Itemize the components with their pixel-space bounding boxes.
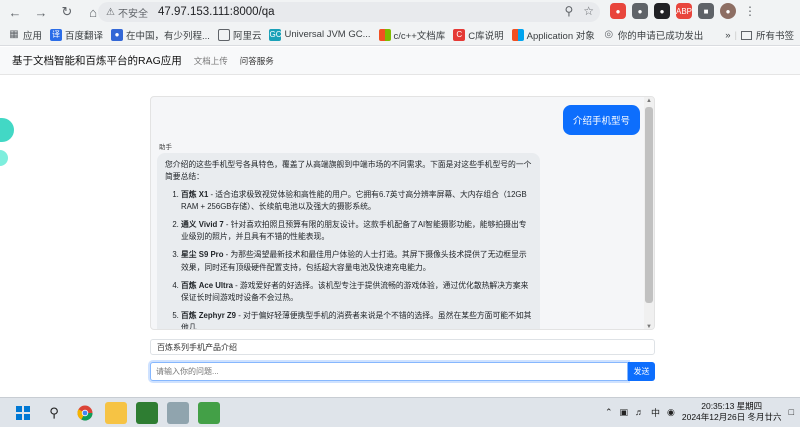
network-icon[interactable]: ▣: [619, 407, 628, 418]
warning-icon: ⚠: [106, 6, 115, 18]
list-item: 百炼 Zephyr Z9 - 对于偏好轻薄便携型手机的消费者来说是个不错的选择。…: [181, 310, 532, 329]
search-icon[interactable]: ⚲: [43, 402, 65, 424]
apps-grid-icon: ▦: [9, 29, 19, 40]
list-item: 通义 Vivid 7 - 针对喜欢拍照且预算有限的朋友设计。这款手机配备了AI智…: [181, 219, 532, 243]
bookmark-c-lib[interactable]: C C库说明: [453, 28, 504, 42]
file-explorer-icon[interactable]: [105, 401, 127, 424]
image-app-icon[interactable]: [198, 401, 220, 424]
app-header: 基于文档智能和百炼平台的RAG应用 文档上传 问答服务: [0, 47, 800, 75]
bookmark-baidu-translate[interactable]: 译 百度翻译: [50, 28, 103, 42]
search-icon[interactable]: ⚲: [564, 4, 573, 18]
chat-window[interactable]: 介绍手机型号 助手 您介绍的这些手机型号各具特色，覆盖了从高端旗舰到中端市场的不…: [150, 96, 655, 330]
page-icon: ●: [111, 28, 124, 41]
ime-options-icon[interactable]: ◉: [667, 407, 675, 418]
folder-icon: [217, 28, 230, 41]
chevron-up-icon[interactable]: ⌃: [605, 407, 613, 418]
assistant-message: 您介绍的这些手机型号各具特色，覆盖了从高端旗舰到中端市场的不同需求。下面是对这些…: [157, 153, 540, 329]
extension-abp-icon[interactable]: ABP: [676, 3, 692, 19]
windows-start-icon[interactable]: [12, 402, 34, 424]
ime-indicator[interactable]: 中: [651, 406, 660, 419]
chat-scrollbar[interactable]: ▲ ▼: [644, 97, 654, 329]
reload-icon[interactable]: ↻: [56, 1, 78, 23]
forward-arrow-icon[interactable]: →: [30, 1, 52, 23]
bookmark-application[interactable]: Application 对象: [511, 28, 595, 42]
profile-avatar[interactable]: ●: [720, 3, 736, 19]
list-item: 百炼 Ace Ultra - 游戏爱好者的好选择。该机型专注于提供流畅的游戏体验…: [181, 280, 532, 304]
floating-side-widget-small[interactable]: [0, 150, 8, 166]
extension-red-icon[interactable]: ●: [610, 3, 626, 19]
list-item: 百炼 X1 - 适合追求极致视觉体验和高性能的用户。它拥有6.7英寸高分辨率屏幕…: [181, 189, 532, 213]
all-bookmarks-link[interactable]: 所有书签: [756, 28, 794, 42]
bookmark-jvm-gc[interactable]: GC Universal JVM GC...: [269, 28, 371, 41]
send-button[interactable]: 发送: [628, 362, 655, 381]
url-text[interactable]: 47.97.153.111:8000/qa: [158, 6, 275, 18]
address-bar[interactable]: ⚠ 不安全 47.97.153.111:8000/qa ⚲ ☆: [98, 2, 600, 22]
scroll-up-icon[interactable]: ▲: [645, 98, 653, 104]
windows-logo-icon: [378, 28, 391, 41]
scrollbar-thumb[interactable]: [645, 107, 653, 303]
bookmarks-bar: ▦ 应用 译 百度翻译 ● 在中国，有少列程... 阿里云 GC Univers…: [0, 24, 800, 46]
extension-dark-icon[interactable]: ●: [654, 3, 670, 19]
bookmark-china[interactable]: ● 在中国，有少列程...: [111, 28, 210, 42]
windows-taskbar: ⚲ ⌃ ▣ ♬ 中 ◉ 20:35:13 星期四 2024年12月26日 冬月廿…: [0, 397, 800, 427]
question-input[interactable]: [150, 362, 628, 381]
bookmark-cpp-docs[interactable]: c/c++文档库: [378, 28, 445, 42]
extension-gray-icon[interactable]: ●: [632, 3, 648, 19]
translate-icon: 译: [50, 28, 63, 41]
browser-toolbar: ← → ↻ ⌂ ⚠ 不安全 47.97.153.111:8000/qa ⚲ ☆ …: [0, 0, 800, 24]
question-input-row: 发送: [150, 362, 655, 381]
bookmark-apps[interactable]: ▦ 应用: [8, 28, 42, 42]
globe-icon: ◎: [604, 29, 614, 40]
extensions-puzzle-icon[interactable]: ■: [698, 3, 714, 19]
star-icon[interactable]: ☆: [583, 4, 594, 18]
bookmark-application-sent[interactable]: ◎ 你的申请已成功发出: [603, 28, 703, 42]
app-icon[interactable]: [167, 401, 189, 424]
assistant-intro: 您介绍的这些手机型号各具特色，覆盖了从高端旗舰到中端市场的不同需求。下面是对这些…: [165, 160, 532, 182]
windows-logo-icon: [511, 28, 524, 41]
suggested-question[interactable]: 百炼系列手机产品介绍: [150, 339, 655, 355]
back-arrow-icon[interactable]: ←: [4, 1, 26, 23]
system-tray: ⌃ ▣ ♬ 中 ◉ 20:35:13 星期四 2024年12月26日 冬月廿六 …: [605, 401, 794, 423]
nav-document-upload[interactable]: 文档上传: [194, 55, 228, 67]
chevron-right-icon[interactable]: »: [725, 30, 730, 41]
c-lib-icon: C: [453, 28, 466, 41]
gc-icon: GC: [269, 28, 282, 41]
sender-label: 助手: [159, 144, 172, 151]
volume-icon[interactable]: ♬: [635, 407, 644, 417]
clock[interactable]: 20:35:13 星期四 2024年12月26日 冬月廿六: [682, 401, 782, 423]
scroll-down-icon[interactable]: ▼: [645, 324, 653, 329]
phone-list: 百炼 X1 - 适合追求极致视觉体验和高性能的用户。它拥有6.7英寸高分辨率屏幕…: [165, 189, 532, 329]
terminal-app-icon[interactable]: [136, 401, 158, 424]
folder-icon: [740, 30, 752, 40]
app-title: 基于文档智能和百炼平台的RAG应用: [12, 55, 182, 67]
list-item: 星尘 S9 Pro - 为那些渴望最新技术和最佳用户体验的人士打造。其屏下摄像头…: [181, 249, 532, 273]
more-menu-icon[interactable]: ⋮: [742, 3, 758, 19]
nav-qa-service[interactable]: 问答服务: [240, 55, 274, 67]
bookmark-aliyun[interactable]: 阿里云: [217, 28, 261, 42]
floating-side-widget[interactable]: [0, 118, 14, 142]
notification-icon[interactable]: □: [789, 407, 794, 417]
user-message: 介绍手机型号: [562, 105, 640, 135]
insecure-label: 不安全: [117, 8, 148, 20]
chrome-icon[interactable]: [74, 402, 96, 424]
